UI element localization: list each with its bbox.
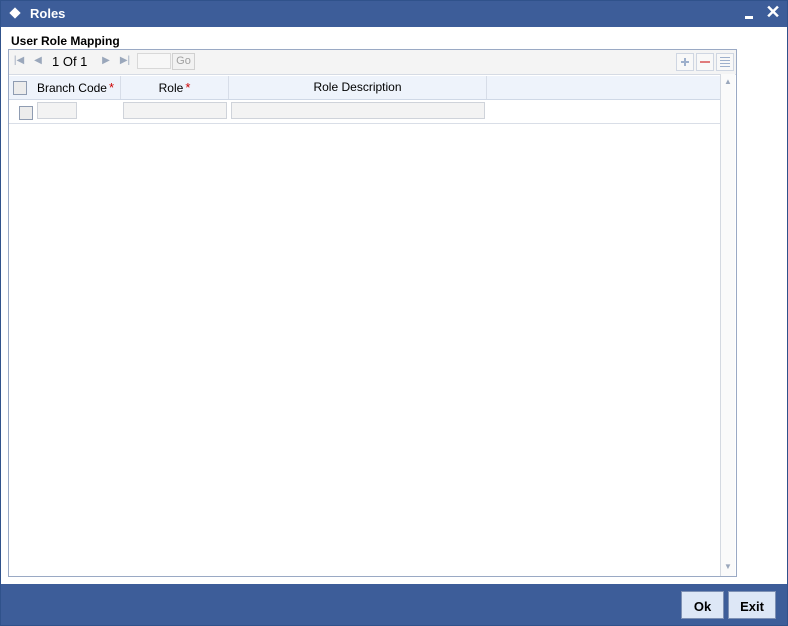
- first-page-icon[interactable]: |◀: [13, 55, 25, 67]
- required-marker: *: [108, 80, 115, 95]
- section-title: User Role Mapping: [11, 34, 120, 48]
- pagination-text: 1 Of 1: [52, 54, 88, 69]
- delete-row-icon[interactable]: [696, 53, 714, 71]
- column-header-branch-code[interactable]: Branch Code *: [31, 76, 121, 99]
- table-row[interactable]: [9, 100, 720, 124]
- vertical-scrollbar[interactable]: ▲ ▼: [720, 74, 735, 576]
- grid-header-row: Branch Code * Role * Role Description: [9, 76, 720, 100]
- role-field[interactable]: [123, 102, 227, 119]
- grid-toolbar: |◀ ◀ 1 Of 1 ▶ ▶| Go: [9, 50, 736, 75]
- required-marker: *: [185, 80, 191, 95]
- title-bar: Roles ✕: [1, 1, 787, 27]
- add-row-icon[interactable]: [676, 53, 694, 71]
- row-checkbox[interactable]: [19, 106, 33, 120]
- column-header-label: Role Description: [313, 80, 402, 94]
- next-page-icon[interactable]: ▶: [100, 55, 112, 67]
- window-title: Roles: [30, 6, 66, 21]
- column-header-role[interactable]: Role *: [121, 76, 229, 99]
- view-rows-icon[interactable]: [716, 53, 734, 71]
- role-description-field[interactable]: [231, 102, 485, 119]
- role-mapping-grid: |◀ ◀ 1 Of 1 ▶ ▶| Go Branch Code * Role * R…: [8, 49, 737, 577]
- select-all-checkbox[interactable]: [13, 81, 27, 95]
- branch-code-field[interactable]: [37, 102, 77, 119]
- scroll-down-icon[interactable]: ▼: [723, 562, 733, 572]
- close-icon[interactable]: ✕: [764, 1, 782, 23]
- column-header-role-description[interactable]: Role Description: [229, 76, 487, 99]
- exit-button[interactable]: Exit: [728, 591, 776, 619]
- ok-button[interactable]: Ok: [681, 591, 724, 619]
- last-page-icon[interactable]: ▶|: [119, 55, 131, 67]
- minimize-icon[interactable]: [741, 5, 757, 21]
- go-button[interactable]: Go: [172, 53, 195, 70]
- previous-page-icon[interactable]: ◀: [32, 55, 44, 67]
- column-header-label: Role: [158, 81, 184, 95]
- roles-window: Roles ✕ User Role Mapping |◀ ◀ 1 Of 1 ▶ …: [0, 0, 788, 626]
- diamond-icon: [9, 7, 21, 19]
- footer-bar: Ok Exit: [1, 584, 787, 625]
- page-number-input[interactable]: [137, 53, 171, 69]
- scroll-up-icon[interactable]: ▲: [723, 77, 733, 87]
- column-header-label: Branch Code: [36, 81, 107, 95]
